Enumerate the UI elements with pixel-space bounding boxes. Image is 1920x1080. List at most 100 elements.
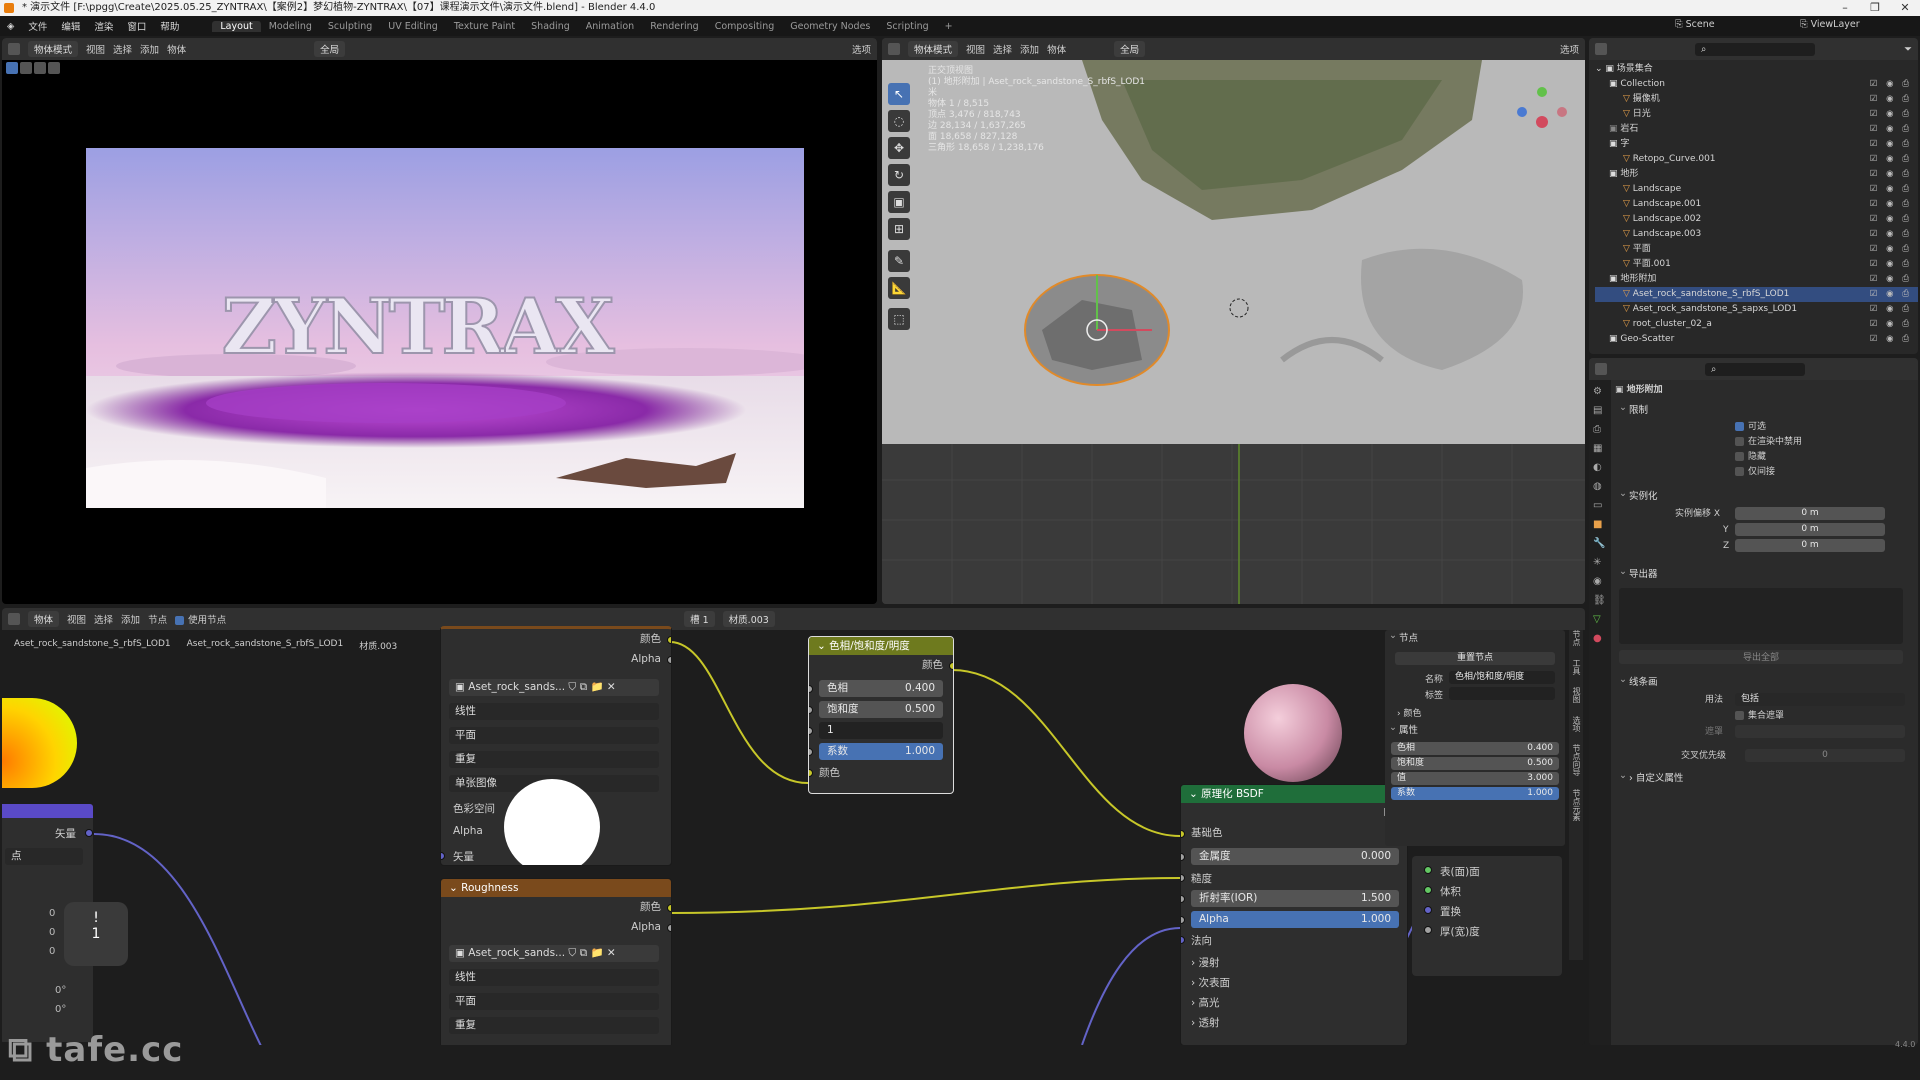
output-tab-icon[interactable]: ⎙ (1593, 424, 1607, 435)
mapping-type-dropdown[interactable]: 点 (5, 848, 83, 865)
saturation-input-socket[interactable] (809, 706, 813, 714)
viewlayer-selector[interactable]: ⎘ ViewLayer (1800, 19, 1860, 30)
section-lineart[interactable]: 线条画 (1615, 671, 1913, 692)
constraints-tab-icon[interactable]: ⛓ (1593, 595, 1607, 606)
image-texture-node[interactable]: 颜色 Alpha ▣ Aset_rock_sands... ⛉ ⧉ 📁 ✕ 线性… (440, 626, 672, 866)
section-restrictions[interactable]: 限制 (1615, 399, 1913, 420)
visibility-toggle-icons[interactable]: ☑ ◉ ⎙ (1870, 77, 1912, 92)
visibility-toggle-icons[interactable]: ☑ ◉ ⎙ (1870, 242, 1912, 257)
outliner-item[interactable]: ▣ 地形附加 ☑ ◉ ⎙ (1595, 272, 1918, 287)
outliner-item[interactable]: ▣ 地形 ☑ ◉ ⎙ (1595, 167, 1918, 182)
color-output-socket[interactable] (667, 904, 671, 912)
tab-texture-paint[interactable]: Texture Paint (446, 21, 523, 32)
panel-specular[interactable]: › 高光 (1191, 993, 1230, 1013)
alpha-output-socket[interactable] (667, 924, 671, 932)
tab-layout[interactable]: Layout (212, 20, 261, 32)
panel-diffuse[interactable]: › 漫射 (1191, 953, 1230, 973)
node-label-field[interactable] (1449, 687, 1555, 700)
physics-tab-icon[interactable]: ◉ (1593, 576, 1607, 587)
visibility-toggle-icons[interactable]: ☑ ◉ ⎙ (1870, 332, 1912, 347)
render-tab-icon[interactable]: ▤ (1593, 405, 1607, 416)
menu-edit[interactable]: 编辑 (54, 19, 87, 33)
outliner-item[interactable]: ▽ 平面.001 ☑ ◉ ⎙ (1595, 257, 1918, 272)
visibility-toggle-icons[interactable]: ☑ ◉ ⎙ (1870, 182, 1912, 197)
disable-render-checkbox[interactable]: 在渲染中禁用 (1735, 435, 1913, 450)
visibility-toggle-icons[interactable]: ☑ ◉ ⎙ (1870, 302, 1912, 317)
prop-value[interactable]: 值 3.000 (1391, 772, 1559, 785)
factor-field[interactable]: 系数 1.000 (819, 743, 943, 760)
tab-options[interactable]: 选项 (1572, 716, 1581, 732)
tab-node[interactable]: 节点 (1572, 630, 1581, 646)
warning-badge[interactable]: ! 1 (64, 902, 128, 966)
outliner-item[interactable]: ▽ Landscape ☑ ◉ ⎙ (1595, 182, 1918, 197)
menu-add[interactable]: 添加 (1020, 42, 1039, 56)
interpolation-dropdown[interactable]: 线性 (449, 703, 659, 720)
instance-offset-z[interactable]: 0 m (1735, 539, 1885, 552)
editor-type-icon[interactable] (888, 43, 900, 55)
section-exporters[interactable]: 导出器 (1615, 563, 1913, 584)
transform-orientation[interactable]: 全局 (314, 41, 346, 57)
prop-saturation[interactable]: 饱和度 0.500 (1391, 757, 1559, 770)
filter-icon[interactable]: ⏷ (1904, 44, 1912, 55)
outliner-item[interactable]: ▣ Collection ☑ ◉ ⎙ (1595, 77, 1918, 92)
outliner-item[interactable]: ▽ Landscape.002 ☑ ◉ ⎙ (1595, 212, 1918, 227)
image-selector[interactable]: ▣ Aset_rock_sands... ⛉ ⧉ 📁 ✕ (449, 945, 659, 962)
metallic-field[interactable]: 金属度 0.000 (1191, 848, 1399, 865)
visibility-toggle-icons[interactable]: ☑ ◉ ⎙ (1870, 212, 1912, 227)
projection-dropdown[interactable]: 平面 (449, 993, 659, 1010)
tab-view[interactable]: 视图 (1572, 687, 1581, 703)
scene-tab-icon[interactable]: ◐ (1593, 462, 1607, 473)
panel-transmission[interactable]: › 透射 (1191, 1013, 1230, 1033)
tab-modeling[interactable]: Modeling (261, 21, 320, 32)
add-cube-tool-icon[interactable]: ⬚ (888, 308, 910, 330)
shader-node-editor[interactable]: 物体 视图 选择 添加 节点 使用节点 槽 1 材质.003 Aset_rock… (2, 608, 1585, 1045)
extension-dropdown[interactable]: 重复 (449, 751, 659, 768)
editor-type-icon[interactable] (8, 43, 20, 55)
minimize-button[interactable]: – (1830, 0, 1860, 16)
menu-file[interactable]: 文件 (21, 19, 54, 33)
roughness-texture-node[interactable]: ⌄ Roughness 颜色 Alpha ▣ Aset_rock_sands..… (440, 878, 672, 1045)
outliner-item[interactable]: ▽ 平面 ☑ ◉ ⎙ (1595, 242, 1918, 257)
section-custom-properties[interactable]: › 自定义属性 (1615, 767, 1913, 788)
properties-search[interactable]: ⌕ (1705, 362, 1805, 376)
blender-menu-icon[interactable]: ◈ (0, 21, 21, 32)
outliner-scene-collection[interactable]: ⌄ ▣ 场景集合 (1595, 62, 1918, 77)
alpha-socket[interactable] (1181, 916, 1185, 924)
menu-object[interactable]: 物体 (1047, 42, 1066, 56)
prop-factor[interactable]: 系数 1.000 (1391, 787, 1559, 800)
section-properties[interactable]: 属性 (1385, 719, 1565, 740)
ior-socket[interactable] (1181, 895, 1185, 903)
alpha-output-socket[interactable] (667, 656, 671, 664)
object-tab-icon[interactable]: ■ (1593, 519, 1607, 530)
outliner-item[interactable]: ▣ 岩石 ☑ ◉ ⎙ (1595, 122, 1918, 137)
color-input-socket[interactable] (809, 769, 813, 777)
section-instancing[interactable]: 实例化 (1615, 485, 1913, 506)
instance-offset-y[interactable]: 0 m (1735, 523, 1885, 536)
ior-field[interactable]: 折射率(IOR) 1.500 (1191, 890, 1399, 907)
outliner-item[interactable]: ▽ Landscape.003 ☑ ◉ ⎙ (1595, 227, 1918, 242)
panel-subsurface[interactable]: › 次表面 (1191, 973, 1230, 993)
value-input-socket[interactable] (809, 727, 813, 735)
menu-view[interactable]: 视图 (86, 42, 105, 56)
image-selector[interactable]: ▣ Aset_rock_sands... ⛉ ⧉ 📁 ✕ (449, 679, 659, 696)
outliner-item[interactable]: ▽ Aset_rock_sandstone_S_rbfS_LOD1 ☑ ◉ ⎙ (1595, 287, 1918, 302)
tab-node-elements[interactable]: 节点元素 (1572, 789, 1581, 821)
export-all-button[interactable]: 导出全部 (1619, 650, 1903, 664)
color-output-socket[interactable] (667, 636, 671, 644)
rotate-tool-icon[interactable]: ↻ (888, 164, 910, 186)
factor-input-socket[interactable] (809, 748, 813, 756)
tab-node-wrangler[interactable]: 节点向导 (1572, 744, 1581, 776)
outliner-item[interactable]: ▽ Landscape.001 ☑ ◉ ⎙ (1595, 197, 1918, 212)
alpha-field[interactable]: Alpha 1.000 (1191, 911, 1399, 928)
visibility-toggle-icons[interactable]: ☑ ◉ ⎙ (1870, 107, 1912, 122)
tab-geometry-nodes[interactable]: Geometry Nodes (782, 21, 878, 32)
menu-add[interactable]: 添加 (140, 42, 159, 56)
scene-selector[interactable]: ⎘ Scene (1675, 19, 1715, 30)
saturation-field[interactable]: 饱和度 0.500 (819, 701, 943, 718)
outliner-search[interactable]: ⌕ (1695, 42, 1815, 56)
outliner-item[interactable]: ▽ Retopo_Curve.001 ☑ ◉ ⎙ (1595, 152, 1918, 167)
surface-socket[interactable] (1424, 866, 1432, 874)
properties-editor[interactable]: ⌕ ⚙ ▤ ⎙ ▦ ◐ ◍ ▭ ■ 🔧 ✳ ◉ ⛓ ▽ ● ▣ 地形附加 限制 可选 在渲染中禁用 隐藏 … (1589, 358, 1918, 1045)
material-output-node[interactable]: 表(面)面 体积 置换 厚(宽)度 (1412, 856, 1562, 976)
menu-select[interactable]: 选择 (113, 42, 132, 56)
